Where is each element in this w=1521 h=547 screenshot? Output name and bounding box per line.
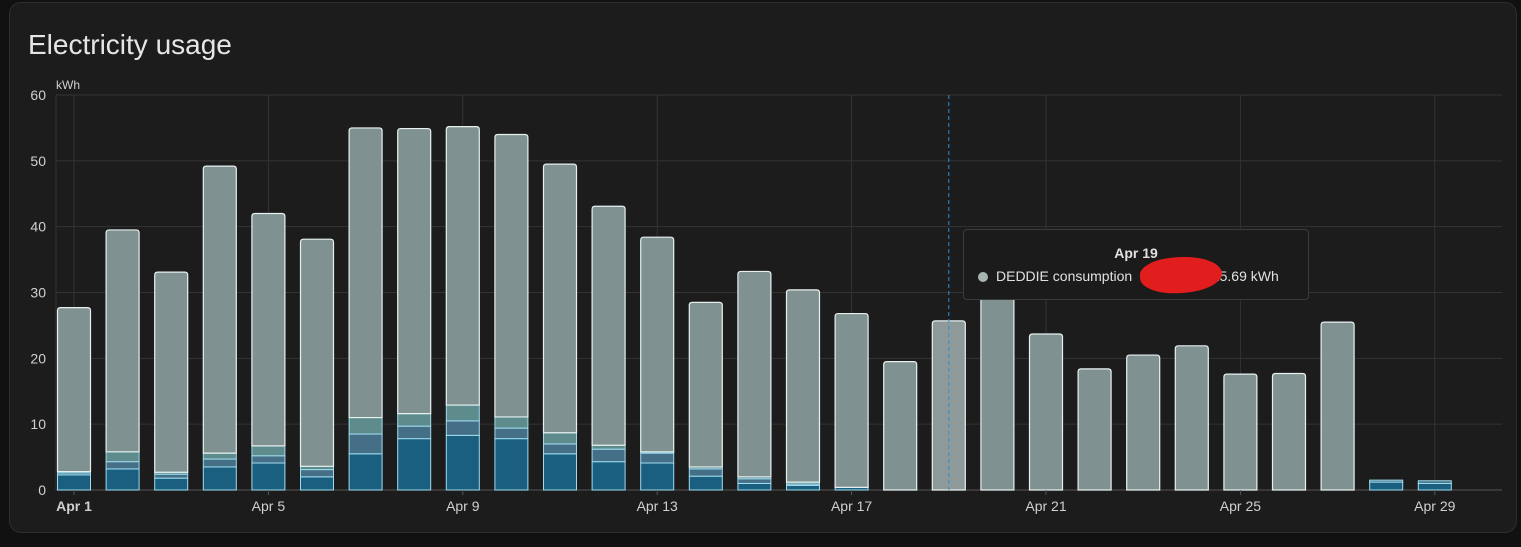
bar-segment[interactable] [348, 127, 383, 419]
x-tick-label: Apr 21 [1025, 498, 1066, 514]
bar-segment[interactable] [1369, 481, 1404, 491]
bar-segment[interactable] [202, 458, 237, 468]
bar-segment[interactable] [299, 238, 335, 467]
y-tick-label: 10 [30, 416, 46, 432]
bar-segment[interactable] [300, 476, 334, 491]
bar-segment[interactable] [105, 461, 140, 470]
bar-segment[interactable] [57, 474, 91, 491]
tooltip-series-name: DEDDIE consumption [996, 268, 1133, 284]
x-tick-label: Apr 5 [252, 498, 286, 514]
bar-segment[interactable] [56, 307, 92, 473]
bar-segment[interactable] [688, 475, 723, 491]
x-tick-label: Apr 17 [831, 498, 872, 514]
bar-segment[interactable] [494, 438, 529, 491]
bar-segment[interactable] [494, 416, 529, 429]
bar-segment[interactable] [834, 312, 869, 488]
bar-segment[interactable] [1271, 372, 1307, 491]
y-tick-label: 60 [30, 87, 46, 103]
bar-segment[interactable] [640, 452, 675, 464]
bar-segment[interactable] [1126, 354, 1161, 491]
bar-segment[interactable] [105, 468, 140, 491]
bar-segment[interactable] [202, 452, 237, 460]
series-color-dot [978, 272, 988, 282]
bar-segment[interactable] [348, 417, 383, 435]
x-tick-label: Apr 9 [446, 498, 480, 514]
bar-segment[interactable] [785, 289, 821, 483]
x-tick-label: Apr 1 [56, 498, 92, 514]
bar-segment[interactable] [154, 271, 189, 473]
bar-segment[interactable] [251, 455, 286, 464]
bar-segment[interactable] [251, 212, 286, 447]
bar-segment[interactable] [1369, 479, 1404, 483]
bar-segment[interactable] [640, 236, 675, 453]
bar-segment[interactable] [737, 270, 772, 478]
x-tick-label: Apr 29 [1414, 498, 1455, 514]
tooltip-date: Apr 19 [1114, 245, 1158, 261]
bar-segment[interactable] [543, 453, 577, 491]
bar-segment[interactable] [397, 438, 432, 491]
bar-segment[interactable] [397, 127, 432, 415]
bar-segment[interactable] [105, 451, 140, 463]
tooltip-row: DEDDIE consumption : 25.69 kWh [978, 268, 1279, 284]
bar-segment[interactable] [1417, 482, 1452, 491]
bar-segment[interactable] [251, 462, 286, 491]
bar-segment[interactable] [640, 462, 675, 491]
bar-segment[interactable] [1417, 480, 1452, 484]
bar-segment[interactable] [542, 163, 578, 434]
chart-tooltip: Apr 19 DEDDIE consumption : 25.69 kWh [963, 229, 1309, 300]
bar-segment[interactable] [737, 478, 772, 484]
bar-segment[interactable] [688, 301, 723, 468]
bar-segment[interactable] [1320, 321, 1355, 491]
bar-segment[interactable] [1174, 345, 1209, 491]
y-tick-label: 30 [30, 285, 46, 301]
bar-segment[interactable] [1028, 333, 1064, 491]
bar-segment[interactable] [445, 420, 480, 436]
bar-segment[interactable] [591, 448, 626, 463]
bar-segment[interactable] [980, 293, 1015, 491]
bar-segment[interactable] [737, 482, 772, 491]
x-tick-label: Apr 13 [637, 498, 678, 514]
bar-segment[interactable] [154, 477, 189, 491]
bar-segment[interactable] [543, 432, 577, 445]
bar-segment[interactable] [494, 133, 529, 418]
bar-segment[interactable] [445, 404, 480, 422]
bar-segment[interactable] [397, 413, 432, 427]
bar-segment[interactable] [591, 461, 626, 491]
bar-segment[interactable] [786, 484, 820, 491]
y-tick-label: 40 [30, 219, 46, 235]
bar-segment[interactable] [202, 165, 237, 454]
bar-series [56, 126, 1452, 491]
bar-segment[interactable] [154, 473, 189, 479]
bar-segment[interactable] [1223, 373, 1258, 491]
y-tick-label: 20 [30, 350, 46, 366]
bar-segment[interactable] [445, 434, 480, 491]
bar-segment[interactable] [1077, 368, 1112, 491]
bar-segment[interactable] [445, 126, 480, 406]
bar-segment[interactable] [883, 361, 918, 491]
bar-segment[interactable] [105, 229, 140, 453]
y-tick-label: 50 [30, 153, 46, 169]
bar-segment[interactable] [397, 425, 432, 440]
x-tick-label: Apr 25 [1220, 498, 1261, 514]
bar-segment[interactable] [591, 205, 626, 446]
bar-segment[interactable] [348, 453, 383, 491]
y-tick-label: 0 [38, 482, 46, 498]
bar-segment[interactable] [202, 466, 237, 491]
bar-segment[interactable] [543, 443, 577, 455]
x-axis: Apr 1 Apr 5 Apr 9 Apr 13 Apr 17 Apr 21 Apr 25 A… [56, 490, 1456, 514]
bar-segment[interactable] [688, 468, 723, 477]
bar-segment[interactable] [348, 433, 383, 455]
bar-segment[interactable] [300, 469, 334, 478]
y-axis-unit: kWh [56, 78, 80, 92]
bar-segment[interactable] [494, 427, 529, 440]
bar-segment[interactable] [251, 445, 286, 457]
y-axis: 0 10 20 30 40 50 60 [30, 87, 46, 498]
